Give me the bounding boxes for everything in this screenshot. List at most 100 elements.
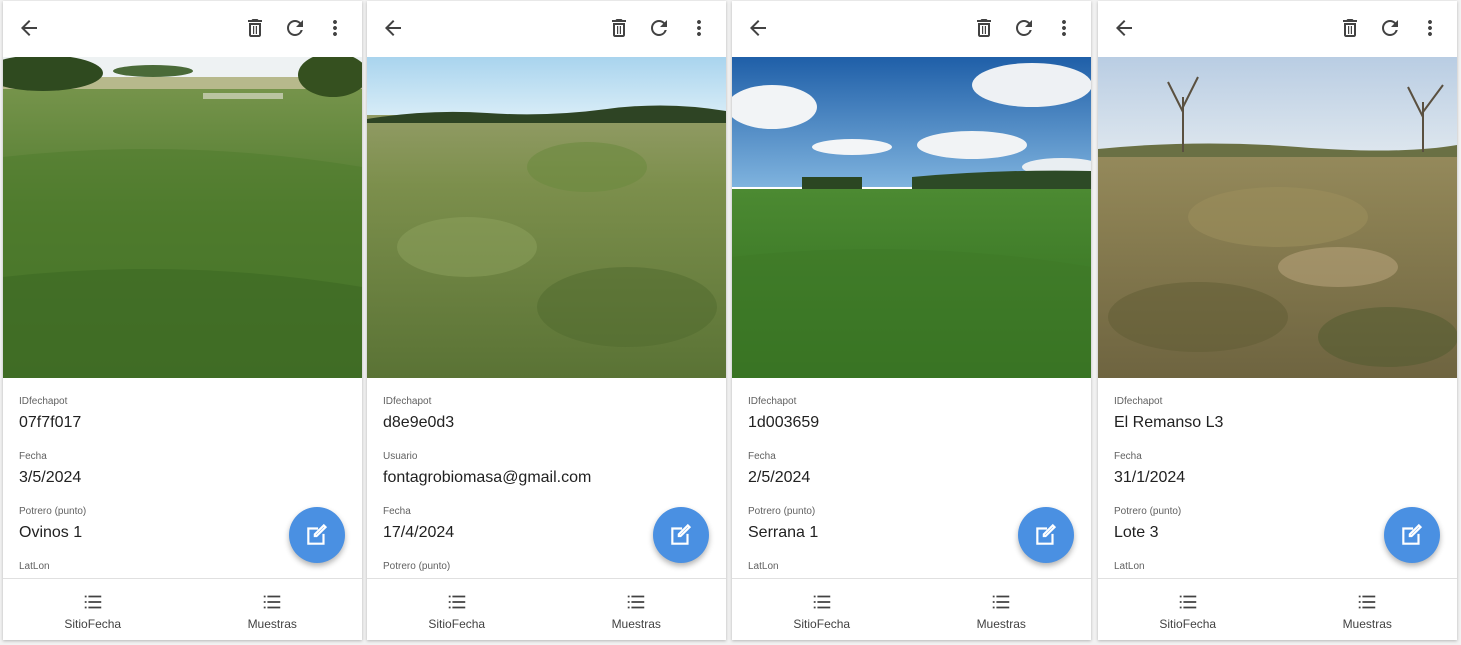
more-options-button[interactable] bbox=[1049, 13, 1079, 43]
edit-icon bbox=[307, 523, 328, 545]
more-vert-icon bbox=[1428, 20, 1432, 36]
record-panel-2: IDfechapot d8e9e0d3 Usuario fontagrobiomas… bbox=[367, 1, 726, 640]
nav-muestras[interactable]: Muestras bbox=[912, 579, 1092, 640]
field-label: IDfechapot bbox=[383, 396, 432, 407]
field-label: Fecha bbox=[19, 451, 47, 462]
bottom-navigation: SitioFecha Muestras bbox=[3, 578, 362, 640]
record-panel-4: IDfechapot El Remanso L3 Fecha 31/1/2024 P… bbox=[1098, 1, 1457, 640]
field-value: 07f7f017 bbox=[19, 414, 82, 431]
field-label: Fecha bbox=[1114, 451, 1142, 462]
list-icon bbox=[813, 595, 830, 609]
edit-button[interactable] bbox=[1018, 507, 1074, 563]
field-label: LatLon bbox=[1114, 561, 1145, 572]
list-icon bbox=[448, 595, 465, 609]
edit-icon bbox=[671, 523, 692, 545]
arrow-back-icon bbox=[750, 20, 766, 36]
field-usuario: Usuario fontagrobiomasa@gmail.com bbox=[383, 433, 726, 488]
field-label: LatLon bbox=[19, 561, 50, 572]
field-value: El Remanso L3 bbox=[1114, 414, 1224, 431]
trash-icon bbox=[248, 19, 262, 37]
field-label: Potrero (punto) bbox=[383, 561, 451, 572]
back-button[interactable] bbox=[1109, 13, 1139, 43]
delete-button[interactable] bbox=[1335, 13, 1365, 43]
field-label: IDfechapot bbox=[19, 396, 68, 407]
list-icon bbox=[628, 595, 645, 609]
top-toolbar bbox=[1098, 1, 1457, 57]
field-label: IDfechapot bbox=[1114, 396, 1163, 407]
list-icon bbox=[1179, 595, 1196, 609]
record-panel-1: IDfechapot 07f7f017 Fecha 3/5/2024 Potrero… bbox=[3, 1, 362, 640]
refresh-button[interactable] bbox=[1375, 13, 1405, 43]
nav-label: SitioFecha bbox=[64, 617, 122, 631]
field-fecha: Fecha 2/5/2024 bbox=[748, 433, 1091, 488]
edit-button[interactable] bbox=[1384, 507, 1440, 563]
top-toolbar bbox=[367, 1, 726, 57]
field-idfechapot: IDfechapot d8e9e0d3 bbox=[383, 378, 726, 433]
nav-sitiofecha[interactable]: SitioFecha bbox=[1098, 579, 1278, 640]
more-vert-icon bbox=[697, 20, 701, 36]
nav-sitiofecha[interactable]: SitioFecha bbox=[732, 579, 912, 640]
field-idfechapot: IDfechapot 07f7f017 bbox=[19, 378, 362, 433]
edit-icon bbox=[1402, 523, 1423, 545]
site-photo bbox=[1098, 57, 1457, 378]
site-photo bbox=[732, 57, 1091, 378]
delete-button[interactable] bbox=[604, 13, 634, 43]
more-options-button[interactable] bbox=[1415, 13, 1445, 43]
field-label: LatLon bbox=[748, 561, 779, 572]
refresh-button[interactable] bbox=[280, 13, 310, 43]
edit-button[interactable] bbox=[289, 507, 345, 563]
refresh-icon bbox=[1382, 20, 1398, 36]
bottom-navigation: SitioFecha Muestras bbox=[732, 578, 1091, 640]
arrow-back-icon bbox=[1116, 20, 1132, 36]
nav-sitiofecha[interactable]: SitioFecha bbox=[367, 579, 547, 640]
back-button[interactable] bbox=[743, 13, 773, 43]
back-button[interactable] bbox=[378, 13, 408, 43]
trash-icon bbox=[1343, 19, 1357, 37]
field-label: Fecha bbox=[748, 451, 776, 462]
top-toolbar bbox=[732, 1, 1091, 57]
refresh-button[interactable] bbox=[1009, 13, 1039, 43]
more-options-button[interactable] bbox=[320, 13, 350, 43]
refresh-icon bbox=[287, 20, 303, 36]
field-idfechapot: IDfechapot El Remanso L3 bbox=[1114, 378, 1457, 433]
list-icon bbox=[1359, 595, 1376, 609]
nav-muestras[interactable]: Muestras bbox=[547, 579, 727, 640]
field-value: fontagrobiomasa@gmail.com bbox=[383, 469, 592, 486]
nav-label: Muestras bbox=[247, 617, 297, 631]
trash-icon bbox=[977, 19, 991, 37]
nav-sitiofecha[interactable]: SitioFecha bbox=[3, 579, 183, 640]
refresh-icon bbox=[651, 20, 667, 36]
nav-label: Muestras bbox=[1342, 617, 1392, 631]
nav-muestras[interactable]: Muestras bbox=[1278, 579, 1458, 640]
field-value: 1d003659 bbox=[748, 414, 820, 431]
field-value: 31/1/2024 bbox=[1114, 469, 1186, 486]
field-idfechapot: IDfechapot 1d003659 bbox=[748, 378, 1091, 433]
refresh-icon bbox=[1016, 20, 1032, 36]
refresh-button[interactable] bbox=[644, 13, 674, 43]
arrow-back-icon bbox=[385, 20, 401, 36]
site-photo bbox=[3, 57, 362, 378]
nav-label: SitioFecha bbox=[793, 617, 851, 631]
nav-muestras[interactable]: Muestras bbox=[183, 579, 363, 640]
edit-button[interactable] bbox=[653, 507, 709, 563]
trash-icon bbox=[612, 19, 626, 37]
more-vert-icon bbox=[333, 20, 337, 36]
back-button[interactable] bbox=[14, 13, 44, 43]
field-value: 2/5/2024 bbox=[748, 469, 811, 486]
top-toolbar bbox=[3, 1, 362, 57]
more-options-button[interactable] bbox=[684, 13, 714, 43]
list-icon bbox=[264, 595, 281, 609]
field-fecha: Fecha 3/5/2024 bbox=[19, 433, 362, 488]
field-label: IDfechapot bbox=[748, 396, 797, 407]
more-vert-icon bbox=[1062, 20, 1066, 36]
site-photo bbox=[367, 57, 726, 378]
nav-label: SitioFecha bbox=[428, 617, 486, 631]
arrow-back-icon bbox=[21, 20, 37, 36]
field-value: d8e9e0d3 bbox=[383, 414, 455, 431]
nav-label: SitioFecha bbox=[1159, 617, 1217, 631]
nav-label: Muestras bbox=[611, 617, 661, 631]
list-icon bbox=[993, 595, 1010, 609]
delete-button[interactable] bbox=[240, 13, 270, 43]
bottom-navigation: SitioFecha Muestras bbox=[367, 578, 726, 640]
delete-button[interactable] bbox=[969, 13, 999, 43]
